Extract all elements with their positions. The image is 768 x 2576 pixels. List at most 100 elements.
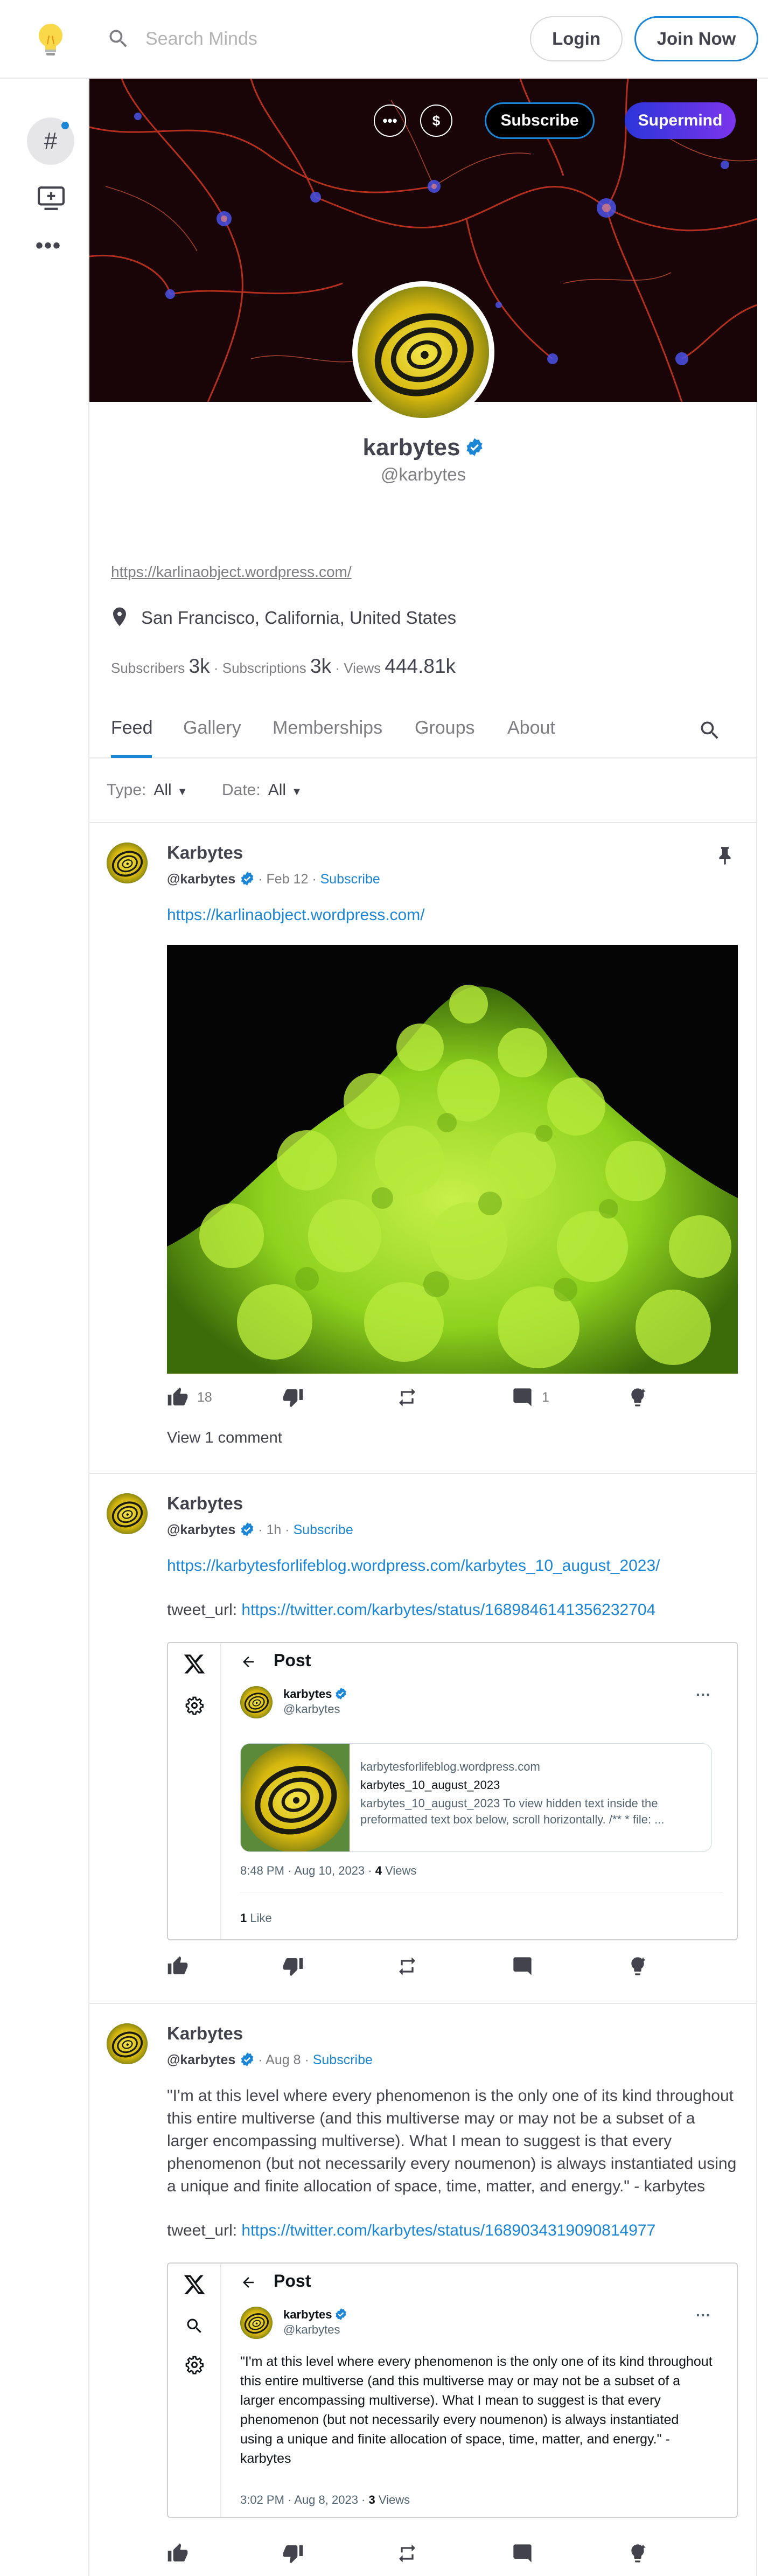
tab-about[interactable]: About: [507, 718, 555, 739]
embed-author-name[interactable]: karbytes: [283, 2308, 347, 2322]
channel-website-link[interactable]: https://karlinaobject.wordpress.com/: [111, 563, 352, 581]
tweet-embed[interactable]: Post karbytes @karbytes ··· karbytesforl…: [167, 1642, 738, 1940]
search-icon[interactable]: [107, 27, 130, 51]
view-comments-link[interactable]: View 1 comment: [167, 1426, 738, 1449]
search-input[interactable]: [145, 25, 469, 53]
tip-button[interactable]: $: [420, 105, 452, 137]
feed-post: Karbytes @karbytes · Aug 8 · Subscribe "I…: [89, 2004, 757, 2576]
downvote-button[interactable]: [282, 1955, 312, 1977]
boost-console-icon[interactable]: [38, 186, 65, 211]
post-author-handle[interactable]: @karbytes: [167, 872, 235, 887]
back-arrow-icon[interactable]: [240, 1654, 256, 1670]
search-icon[interactable]: [185, 2316, 204, 2336]
post-subscribe-link[interactable]: Subscribe: [320, 872, 380, 887]
supermind-reply-button[interactable]: [627, 2543, 657, 2564]
thumb-up-icon: [167, 2543, 188, 2564]
settings-gear-icon[interactable]: [185, 2355, 204, 2375]
x-logo-icon[interactable]: [183, 1653, 206, 1675]
embed-timestamp: 8:48 PM · Aug 10, 2023 · 4 Views: [240, 1864, 417, 1877]
remind-button[interactable]: [396, 1387, 427, 1408]
comment-button[interactable]: [512, 2543, 542, 2564]
downvote-button[interactable]: [282, 1387, 312, 1408]
link-preview-description: karbytes_10_august_2023 To view hidden t…: [360, 1797, 665, 1826]
back-arrow-icon[interactable]: [240, 2274, 256, 2290]
subscribe-button[interactable]: Subscribe: [485, 102, 595, 139]
comment-button[interactable]: 1: [512, 1387, 549, 1408]
post-link[interactable]: https://karbytesforlifeblog.wordpress.co…: [167, 1555, 738, 1577]
subscribers-label[interactable]: Subscribers: [111, 660, 185, 676]
subscriptions-count[interactable]: 3k: [310, 655, 331, 677]
upvote-button[interactable]: [167, 1955, 197, 1977]
login-button[interactable]: Login: [530, 16, 623, 61]
post-author-name[interactable]: Karbytes: [167, 2023, 243, 2044]
post-time[interactable]: Aug 8: [266, 2052, 301, 2067]
post-meta: @karbytes · 1h · Subscribe: [167, 1522, 353, 1537]
channel-handle: @karbytes: [380, 464, 466, 484]
link-preview-card[interactable]: karbytesforlifeblog.wordpress.com karbyt…: [240, 1743, 712, 1852]
tab-gallery[interactable]: Gallery: [183, 718, 241, 739]
x-logo-icon[interactable]: [183, 2273, 206, 2296]
post-image-romanesco[interactable]: [167, 945, 738, 1374]
lightbulb-icon: [627, 1955, 648, 1977]
supermind-button[interactable]: Supermind: [625, 102, 736, 139]
post-avatar[interactable]: [107, 843, 148, 883]
channel-avatar[interactable]: [352, 281, 494, 423]
feed-filters: Type: All ▼ Date: All ▼: [89, 758, 757, 823]
remind-icon: [396, 1387, 418, 1408]
minds-logo-icon[interactable]: [36, 23, 66, 57]
tweet-url-link[interactable]: https://twitter.com/karbytes/status/1689…: [241, 2222, 655, 2239]
tab-memberships[interactable]: Memberships: [273, 718, 382, 739]
embed-more-icon[interactable]: ···: [696, 1686, 711, 1703]
supermind-reply-button[interactable]: [627, 1955, 657, 1977]
pin-icon: [719, 847, 731, 865]
notification-dot: [61, 122, 69, 129]
join-now-button[interactable]: Join Now: [634, 16, 758, 61]
remind-button[interactable]: [396, 1955, 427, 1977]
more-icon[interactable]: •••: [36, 235, 66, 256]
tab-groups[interactable]: Groups: [415, 718, 475, 739]
date-filter[interactable]: Date: All ▼: [222, 781, 302, 799]
post-subscribe-link[interactable]: Subscribe: [313, 2052, 373, 2067]
post-actions: [167, 1955, 738, 1982]
verified-icon: [334, 1687, 347, 1700]
post-author-name[interactable]: Karbytes: [167, 1493, 243, 1514]
embed-author-name[interactable]: karbytes: [283, 1687, 347, 1701]
subscriptions-label[interactable]: Subscriptions: [222, 660, 306, 676]
post-author-handle[interactable]: @karbytes: [167, 1522, 235, 1537]
embed-more-icon[interactable]: ···: [696, 2307, 711, 2324]
embed-author-handle[interactable]: @karbytes: [283, 2323, 340, 2337]
upvote-button[interactable]: [167, 2543, 197, 2564]
feed-search-icon[interactable]: [698, 719, 722, 742]
channel-more-button[interactable]: •••: [374, 105, 406, 137]
feed-post: Karbytes @karbytes · Feb 12 · Subscribe h…: [89, 823, 757, 1474]
comment-button[interactable]: [512, 1955, 542, 1977]
post-time[interactable]: 1h: [267, 1522, 282, 1537]
comment-icon: [512, 2543, 533, 2564]
newsfeed-hash-icon[interactable]: #: [27, 117, 74, 165]
tab-feed[interactable]: Feed: [111, 718, 153, 739]
tweet-url-link[interactable]: https://twitter.com/karbytes/status/1689…: [241, 1601, 655, 1619]
downvote-button[interactable]: [282, 2543, 312, 2564]
embed-author-handle[interactable]: @karbytes: [283, 1702, 340, 1716]
embed-avatar[interactable]: [240, 1686, 273, 1718]
embed-title: Post: [274, 2271, 311, 2290]
post-avatar[interactable]: [107, 2023, 148, 2064]
verified-icon: [240, 871, 255, 886]
supermind-reply-button[interactable]: [627, 1387, 657, 1408]
type-filter[interactable]: Type: All ▼: [107, 781, 188, 799]
embed-likes[interactable]: 1 Like: [240, 1911, 272, 1925]
post-time[interactable]: Feb 12: [267, 872, 309, 887]
post-author-handle[interactable]: @karbytes: [167, 2052, 235, 2067]
post-link[interactable]: https://karlinaobject.wordpress.com/: [167, 904, 738, 927]
thumb-up-icon: [167, 1387, 188, 1408]
embed-avatar[interactable]: [240, 2307, 273, 2339]
post-avatar[interactable]: [107, 1493, 148, 1534]
tweet-embed[interactable]: Post karbytes @karbytes ··· "I'm at this…: [167, 2262, 738, 2518]
remind-button[interactable]: [396, 2543, 427, 2564]
sidebar: # •••: [0, 79, 89, 2576]
post-author-name[interactable]: Karbytes: [167, 843, 243, 863]
post-subscribe-link[interactable]: Subscribe: [294, 1522, 353, 1537]
subscribers-count[interactable]: 3k: [189, 655, 210, 677]
settings-gear-icon[interactable]: [185, 1696, 204, 1715]
upvote-button[interactable]: 18: [167, 1387, 212, 1408]
